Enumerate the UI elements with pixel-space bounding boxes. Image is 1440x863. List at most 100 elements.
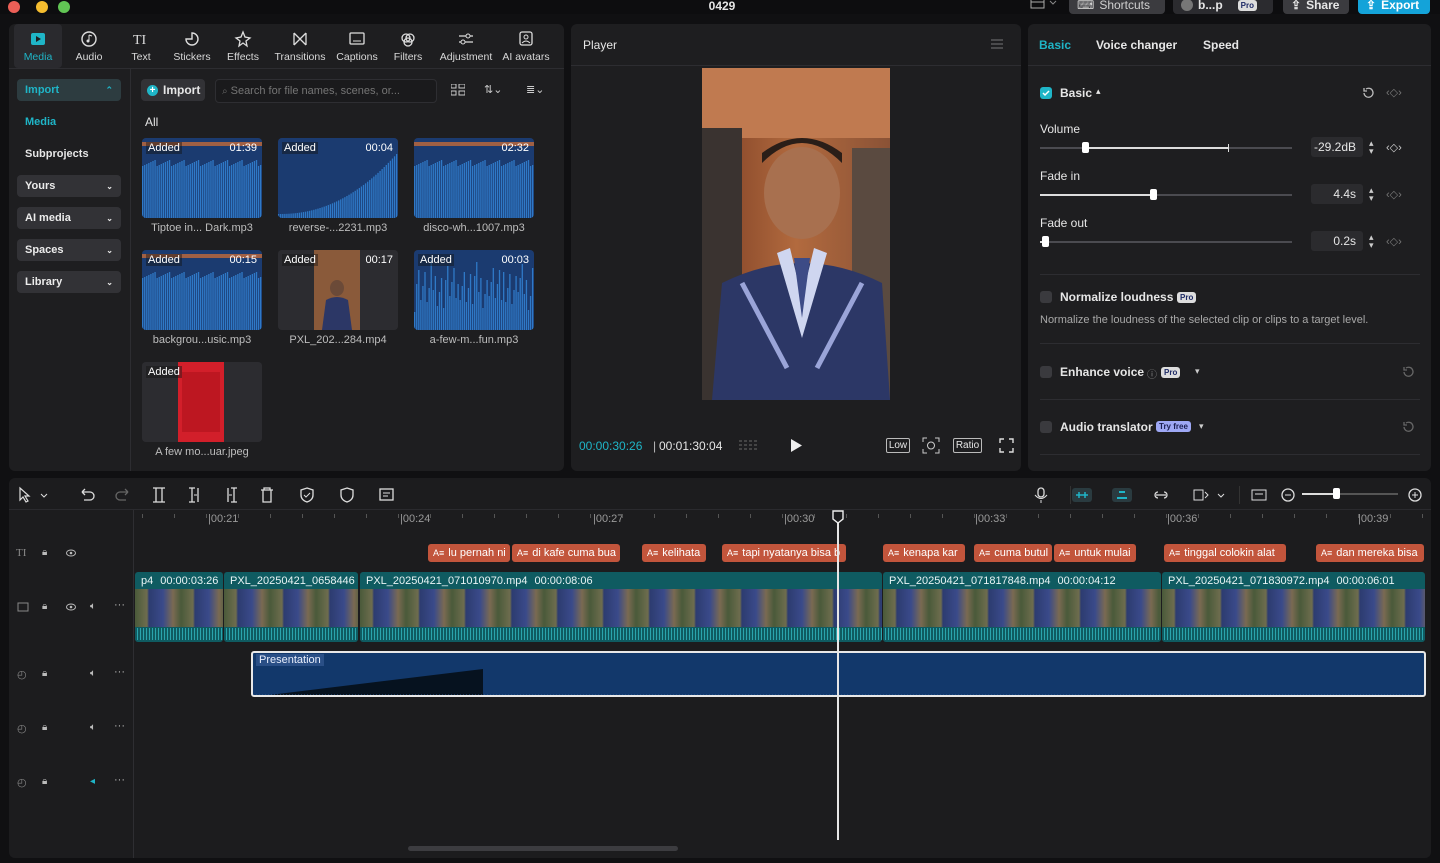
tab-audio[interactable]: Audio — [62, 24, 116, 68]
fade-in-slider-handle[interactable] — [1150, 189, 1158, 200]
zoom-slider-handle[interactable] — [1333, 488, 1340, 499]
speaker-icon[interactable]: 🔈︎ — [90, 601, 96, 612]
fade-out-slider-handle[interactable] — [1042, 236, 1050, 247]
redo-icon[interactable] — [114, 486, 132, 504]
zoom-in-icon[interactable] — [1406, 486, 1424, 504]
subtitle-clip[interactable]: A≡ lu pernah ni — [428, 544, 510, 562]
normalize-checkbox[interactable] — [1040, 291, 1052, 303]
split-icon[interactable] — [150, 486, 168, 504]
shield-check-icon[interactable] — [298, 486, 316, 504]
shield-icon[interactable] — [338, 486, 356, 504]
sidebar-item-import[interactable]: Import ⌃ — [17, 79, 121, 101]
eye-icon[interactable] — [66, 548, 76, 558]
video-clip[interactable]: PXL_20250421_071830972.mp4 00:00:06:01 — [1162, 572, 1425, 642]
sidebar-item-spaces[interactable]: Spaces ⌄ — [17, 239, 121, 261]
lock-icon[interactable]: 🔒︎ — [42, 776, 47, 787]
layout-icon[interactable] — [1030, 0, 1060, 13]
microphone-icon[interactable] — [1032, 486, 1050, 504]
basic-checkbox[interactable] — [1040, 87, 1052, 99]
caption-edit-icon[interactable] — [378, 486, 396, 504]
split-left-icon[interactable] — [186, 486, 204, 504]
volume-stepper-icon[interactable]: ▴ ▾ — [1369, 139, 1374, 156]
info-icon[interactable]: ⓘ — [1147, 366, 1157, 381]
waveform-toggle-icon[interactable] — [738, 438, 760, 452]
zoom-out-icon[interactable] — [1280, 486, 1298, 504]
screenshot-icon[interactable] — [922, 437, 940, 454]
sidebar-item-yours[interactable]: Yours ⌄ — [17, 175, 121, 197]
close-window-button[interactable] — [8, 1, 20, 13]
subtitle-clip[interactable]: A≡ cuma butul — [974, 544, 1052, 562]
lock-icon[interactable]: 🔒︎ — [42, 668, 47, 679]
reset-icon[interactable] — [1401, 365, 1415, 379]
menu-icon[interactable] — [990, 38, 1004, 50]
sidebar-item-ai-media[interactable]: AI media ⌄ — [17, 207, 121, 229]
tab-captions[interactable]: Captions — [332, 24, 382, 68]
grid-view-icon[interactable] — [451, 84, 465, 96]
tab-adjustment[interactable]: Adjustment — [434, 24, 498, 68]
ratio-button[interactable]: Ratio — [953, 438, 982, 453]
quality-button[interactable]: Low — [886, 438, 910, 453]
filter-icon[interactable]: ≣⌄ — [526, 83, 552, 97]
speaker-icon[interactable]: 🔈︎ — [90, 722, 96, 733]
share-button[interactable]: ⇪ Share — [1283, 0, 1349, 14]
more-icon[interactable]: ··· — [114, 720, 125, 732]
delete-icon[interactable] — [258, 486, 276, 504]
playhead[interactable] — [837, 512, 839, 840]
split-right-icon[interactable] — [222, 486, 240, 504]
undo-icon[interactable] — [78, 486, 96, 504]
dropdown-caret-icon[interactable]: ▾ — [1195, 366, 1200, 377]
auto-snap-icon[interactable] — [1112, 486, 1132, 504]
video-clip[interactable]: PXL_20250421_0658446 — [224, 572, 358, 642]
import-button[interactable]: + Import — [141, 79, 205, 101]
tab-speed[interactable]: Speed — [1203, 38, 1239, 52]
fade-out-stepper-icon[interactable]: ▴ ▾ — [1369, 233, 1374, 250]
subtitle-clip[interactable]: A≡ tinggal colokin alat — [1164, 544, 1286, 562]
subtitle-clip[interactable]: A≡ untuk mulai — [1054, 544, 1136, 562]
more-icon[interactable]: ··· — [114, 774, 125, 786]
link-icon[interactable] — [1152, 486, 1170, 504]
project-account-button[interactable]: b...p Pro — [1173, 0, 1273, 14]
reset-icon[interactable] — [1361, 86, 1375, 100]
sort-icon[interactable]: ⇅⌄ — [484, 83, 510, 97]
subtitle-clip[interactable]: A≡ dan mereka bisa — [1316, 544, 1424, 562]
tab-transitions[interactable]: Transitions — [268, 24, 332, 68]
playhead-handle-icon[interactable] — [832, 510, 844, 524]
fade-in-stepper-icon[interactable]: ▴ ▾ — [1369, 186, 1374, 203]
volume-keyframe-icon[interactable]: ‹◇› — [1386, 141, 1402, 154]
audio-translator-checkbox[interactable] — [1040, 421, 1052, 433]
fade-in-keyframe-icon[interactable]: ‹◇› — [1386, 188, 1402, 201]
crop-monitor-icon[interactable] — [1250, 486, 1268, 504]
lock-icon[interactable]: 🔒︎ — [42, 547, 47, 558]
search-input[interactable] — [230, 85, 421, 97]
subtitle-clip[interactable]: A≡ kenapa kar — [883, 544, 965, 562]
media-item-thumbnail[interactable]: Added 00:04 — [278, 138, 398, 218]
eye-icon[interactable] — [66, 602, 76, 612]
reset-icon[interactable] — [1401, 420, 1415, 434]
media-item-thumbnail[interactable]: 02:32 — [414, 138, 534, 218]
lock-icon[interactable]: 🔒︎ — [42, 722, 47, 733]
video-clip[interactable]: p4 00:00:03:26 — [135, 572, 223, 642]
volume-slider-handle[interactable] — [1082, 142, 1090, 153]
tab-voice-changer[interactable]: Voice changer — [1096, 38, 1177, 52]
volume-value[interactable]: -29.2dB — [1311, 137, 1363, 157]
tab-filters[interactable]: Filters — [382, 24, 434, 68]
sidebar-item-media[interactable]: Media — [25, 116, 56, 128]
preview-axis-icon[interactable] — [1192, 486, 1226, 504]
media-item-thumbnail[interactable]: Added — [142, 362, 262, 442]
lock-icon[interactable]: 🔒︎ — [42, 601, 47, 612]
play-button[interactable] — [789, 438, 803, 453]
tab-effects[interactable]: Effects — [218, 24, 268, 68]
minimize-window-button[interactable] — [36, 1, 48, 13]
sidebar-item-subprojects[interactable]: Subprojects — [25, 148, 89, 160]
tab-text[interactable]: TI Text — [116, 24, 166, 68]
media-item-thumbnail[interactable]: Added 01:39 — [142, 138, 262, 218]
magnet-link-icon[interactable] — [1072, 486, 1092, 504]
sidebar-item-library[interactable]: Library ⌄ — [17, 271, 121, 293]
dropdown-caret-icon[interactable]: ▾ — [1199, 421, 1204, 432]
enhance-voice-checkbox[interactable] — [1040, 366, 1052, 378]
keyframe-icon[interactable]: ‹◇› — [1386, 86, 1402, 99]
more-icon[interactable]: ··· — [114, 666, 125, 678]
fullscreen-icon[interactable] — [999, 438, 1014, 453]
fade-out-slider-track[interactable] — [1040, 241, 1292, 243]
subtitle-clip[interactable]: A≡ kelihata — [642, 544, 706, 562]
